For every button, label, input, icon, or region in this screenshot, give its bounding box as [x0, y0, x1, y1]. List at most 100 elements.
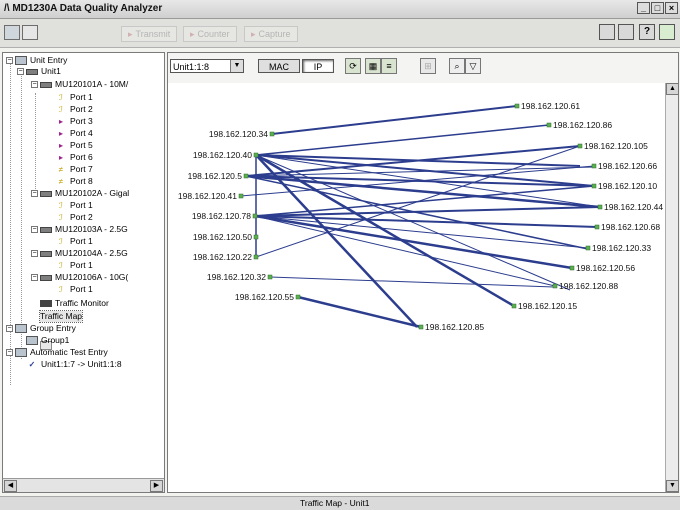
- ip-node-label[interactable]: 198.162.120.40: [193, 150, 252, 160]
- ip-node-label[interactable]: 198.162.120.68: [601, 222, 660, 232]
- minimize-button[interactable]: _: [637, 2, 650, 14]
- list-icon[interactable]: ≡: [381, 58, 397, 74]
- ip-node-label[interactable]: 198.162.120.50: [193, 232, 252, 242]
- ip-node-label[interactable]: 198.162.120.86: [553, 120, 612, 130]
- exit-icon[interactable]: [659, 24, 675, 40]
- collapse-toggle[interactable]: −: [31, 274, 38, 281]
- tree-item-module[interactable]: MU120102A - Gigal: [40, 188, 129, 199]
- tree-item-port[interactable]: ≠ Port 7: [55, 164, 93, 175]
- panel-toolbar: Unit1:1:8 ▼ MAC IP ⟳ ▦ ≡ ⊞ ⌕ ▽: [168, 53, 678, 83]
- print-icon[interactable]: [618, 24, 634, 40]
- ip-node-label[interactable]: 198.162.120.5: [188, 171, 243, 181]
- tree-item-unit-entry[interactable]: Unit Entry: [15, 55, 67, 66]
- funnel-icon[interactable]: ▽: [465, 58, 481, 74]
- tree-item-port[interactable]: ℐ Port 1: [55, 260, 93, 271]
- tree-item-module[interactable]: MU120106A - 10G(: [40, 272, 128, 283]
- counter-icon: ▸: [190, 29, 195, 39]
- ip-node-label[interactable]: 198.162.120.56: [576, 263, 635, 273]
- port-icon: ▸: [58, 129, 63, 139]
- collapse-toggle[interactable]: −: [31, 190, 38, 197]
- grid-icon[interactable]: ▦: [365, 58, 381, 74]
- collapse-toggle[interactable]: −: [17, 68, 24, 75]
- transmit-button[interactable]: ▸ Transmit: [121, 26, 178, 42]
- ip-node-label[interactable]: 198.162.120.10: [598, 181, 657, 191]
- ip-node-label[interactable]: 198.162.120.22: [193, 252, 252, 262]
- tree-view-icon[interactable]: [22, 25, 38, 40]
- status-bar: Traffic Map - Unit1: [0, 496, 680, 510]
- tree-item-port[interactable]: ℐ Port 2: [55, 212, 93, 223]
- ip-node-label[interactable]: 198.162.120.105: [584, 141, 648, 151]
- scroll-down-icon[interactable]: ▼: [666, 480, 679, 492]
- help-icon[interactable]: ?: [639, 24, 655, 40]
- port-icon: ▸: [58, 117, 63, 127]
- port-icon: ℐ: [59, 201, 63, 211]
- scroll-left-icon[interactable]: ◀: [4, 480, 17, 492]
- tree-item-port[interactable]: ℐ Port 1: [55, 200, 93, 211]
- tree-item-module[interactable]: MU120104A - 2.5G: [40, 248, 128, 259]
- ip-toggle-button[interactable]: IP: [302, 59, 334, 73]
- save-icon[interactable]: [599, 24, 615, 40]
- unit-icon: [26, 68, 38, 75]
- ip-node-label[interactable]: 198.162.120.88: [559, 281, 618, 291]
- collapse-toggle[interactable]: −: [6, 349, 13, 356]
- port-icon: ▸: [58, 153, 63, 163]
- tree-item-unit1[interactable]: Unit1: [26, 66, 61, 77]
- tree-item-port[interactable]: ℐ Port 1: [55, 236, 93, 247]
- port-icon: ℐ: [59, 93, 63, 103]
- tree-item-group-entry[interactable]: Group Entry: [15, 323, 76, 334]
- tree-item-port[interactable]: ▸ Port 3: [55, 116, 93, 127]
- ip-node-label[interactable]: 198.162.120.34: [209, 129, 268, 139]
- traffic-map: 198.162.120.34 198.162.120.40 198.162.12…: [178, 101, 663, 332]
- binoculars-icon[interactable]: ⌕: [449, 58, 465, 74]
- tree-item-port[interactable]: ℐ Port 1: [55, 284, 93, 295]
- maximize-button[interactable]: □: [651, 2, 664, 14]
- title-bar: /\ MD1230A Data Quality Analyzer _ □ ×: [0, 0, 680, 19]
- port-icon: ▸: [58, 141, 63, 151]
- tree-item-port[interactable]: ℐ Port 2: [55, 104, 93, 115]
- tree-item-traffic-monitor[interactable]: Traffic Monitor: [40, 298, 109, 309]
- map-vertical-scrollbar[interactable]: ▲ ▼: [665, 83, 679, 492]
- scroll-up-icon[interactable]: ▲: [666, 83, 679, 95]
- port-icon: ℐ: [59, 285, 63, 295]
- ip-node-label[interactable]: 198.162.120.61: [521, 101, 580, 111]
- ip-node-label[interactable]: 198.162.120.41: [178, 191, 237, 201]
- collapse-toggle[interactable]: −: [31, 81, 38, 88]
- tree-item-auto-test[interactable]: ✓ Unit1:1:7 -> Unit1:1:8: [26, 359, 122, 370]
- ip-node-label[interactable]: 198.162.120.78: [192, 211, 251, 221]
- collapse-toggle[interactable]: −: [31, 250, 38, 257]
- collapse-toggle[interactable]: −: [6, 57, 13, 64]
- ip-node-label[interactable]: 198.162.120.32: [207, 272, 266, 282]
- ip-node-label[interactable]: 198.162.120.44: [604, 202, 663, 212]
- tree-horizontal-scrollbar[interactable]: ◀ ▶: [3, 478, 164, 492]
- capture-button[interactable]: ▸ Capture: [244, 26, 298, 42]
- capture-icon: ▸: [251, 29, 256, 39]
- collapse-toggle[interactable]: −: [6, 325, 13, 332]
- tree-item-module[interactable]: MU120101A - 10M/: [40, 79, 128, 90]
- mac-toggle-button[interactable]: MAC: [258, 59, 300, 73]
- unit-select[interactable]: Unit1:1:8 ▼: [170, 59, 244, 73]
- tree-item-group1[interactable]: Group1: [26, 335, 69, 346]
- scroll-right-icon[interactable]: ▶: [150, 480, 163, 492]
- ip-node-label[interactable]: 198.162.120.55: [235, 292, 294, 302]
- port-icon: ℐ: [59, 213, 63, 223]
- filter-options-icon[interactable]: ⊞: [420, 58, 436, 74]
- tree-item-port[interactable]: ▸ Port 5: [55, 140, 93, 151]
- ip-node-label[interactable]: 198.162.120.85: [425, 322, 484, 332]
- tree-item-traffic-map[interactable]: Traffic Map: [38, 310, 84, 350]
- tree-item-auto-test-entry[interactable]: Automatic Test Entry: [15, 347, 108, 358]
- view-icon[interactable]: [4, 25, 20, 40]
- counter-button[interactable]: ▸ Counter: [183, 26, 237, 42]
- ip-node-label[interactable]: 198.162.120.66: [598, 161, 657, 171]
- close-button[interactable]: ×: [665, 2, 678, 14]
- tree-item-port[interactable]: ▸ Port 6: [55, 152, 93, 163]
- tree-item-module[interactable]: MU120103A - 2.5G: [40, 224, 128, 235]
- tree-item-port[interactable]: ≠ Port 8: [55, 176, 93, 187]
- ip-node-label[interactable]: 198.162.120.33: [592, 243, 651, 253]
- ip-node-label[interactable]: 198.162.120.15: [518, 301, 577, 311]
- group-entry-icon: [15, 324, 27, 334]
- refresh-icon[interactable]: ⟳: [345, 58, 361, 74]
- tree-item-port[interactable]: ▸ Port 4: [55, 128, 93, 139]
- collapse-toggle[interactable]: −: [31, 226, 38, 233]
- port-icon: ℐ: [59, 237, 63, 247]
- tree-item-port[interactable]: ℐ Port 1: [55, 92, 93, 103]
